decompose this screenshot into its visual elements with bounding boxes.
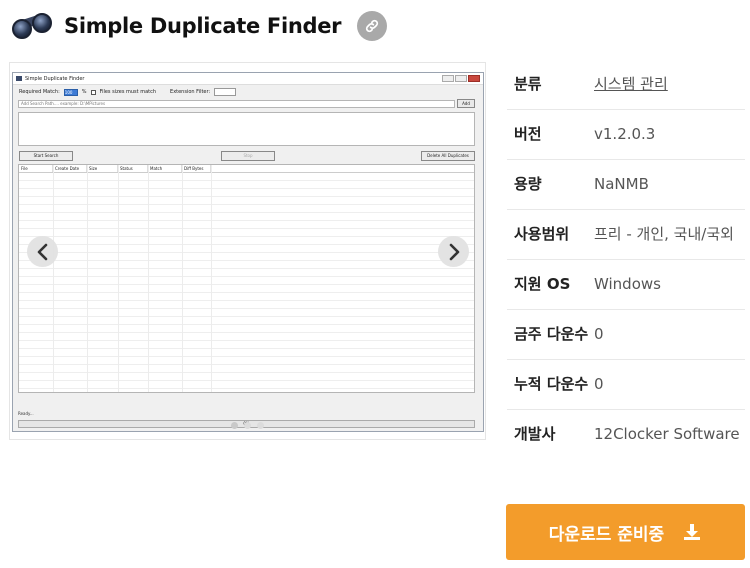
extension-filter-input	[214, 88, 237, 96]
screenshot-carousel[interactable]: Simple Duplicate Finder Required Match: …	[9, 62, 486, 440]
minimize-icon	[442, 75, 454, 82]
info-label: 금주 다운수	[514, 325, 589, 343]
extension-filter-label: Extension Filter:	[170, 89, 211, 95]
info-row-size: 용량 NaNMB	[507, 160, 745, 210]
column-header: Size	[87, 165, 118, 172]
add-path-button: Add	[457, 99, 475, 108]
info-row-developer: 개발사 12Clocker Software	[507, 410, 745, 459]
info-label: 분류	[514, 75, 542, 93]
category-link[interactable]: 시스템 관리	[594, 75, 668, 93]
carousel-prev-button[interactable]	[27, 236, 58, 267]
sizes-match-label: Files sizes must match	[99, 89, 157, 95]
screenshot-options-row: Required Match: 100 % Files sizes must m…	[13, 85, 483, 99]
close-icon	[468, 75, 480, 82]
os-value: Windows	[594, 275, 661, 293]
download-button-label: 다운로드 준비중	[548, 524, 665, 545]
info-label: 버전	[514, 125, 542, 143]
version-value: v1.2.0.3	[594, 125, 656, 143]
column-header: File	[19, 165, 53, 172]
download-icon	[682, 522, 702, 542]
developer-value: 12Clocker Software	[594, 425, 740, 443]
column-header: Diff Bytes	[182, 165, 211, 172]
chevron-left-icon	[37, 243, 47, 260]
info-label: 용량	[514, 175, 542, 193]
copy-link-button[interactable]	[357, 11, 388, 41]
start-search-button: Start Search	[19, 151, 73, 161]
column-header: Create Date	[53, 165, 87, 172]
app-info-table: 분류 시스템 관리 버전 v1.2.0.3 용량 NaNMB 사용범위 프리 -…	[507, 60, 745, 459]
column-header: Match	[148, 165, 182, 172]
stop-button: Stop	[221, 151, 275, 161]
sizes-match-checkbox	[90, 89, 96, 95]
info-label: 사용범위	[514, 225, 570, 243]
column-header: Status	[118, 165, 148, 172]
carousel-dot[interactable]	[244, 422, 251, 429]
carousel-dot[interactable]	[257, 422, 264, 429]
carousel-next-button[interactable]	[438, 236, 469, 267]
screenshot-window-titlebar: Simple Duplicate Finder	[13, 73, 483, 85]
window-app-icon	[16, 76, 22, 81]
info-row-os: 지원 OS Windows	[507, 260, 745, 310]
carousel-dot[interactable]	[231, 422, 238, 429]
total-downloads-value: 0	[594, 375, 604, 393]
carousel-dots	[10, 422, 485, 429]
screenshot-window-title: Simple Duplicate Finder	[25, 75, 85, 82]
app-header: Simple Duplicate Finder	[10, 8, 388, 44]
search-path-input: Add Search Path.... example: D:\MPicture…	[18, 100, 455, 108]
delete-all-duplicates-button: Delete All Duplicates	[421, 151, 475, 161]
required-match-value: 100	[63, 88, 78, 96]
binoculars-logo-icon	[10, 11, 54, 41]
info-row-version: 버전 v1.2.0.3	[507, 110, 745, 160]
info-row-license: 사용범위 프리 - 개인, 국내/국외	[507, 210, 745, 260]
link-icon	[366, 19, 379, 33]
info-row-total-downloads: 누적 다운수 0	[507, 360, 745, 410]
screenshot-button-row: Start Search Stop Delete All Duplicates	[13, 149, 483, 164]
percent-sign: %	[81, 89, 87, 95]
info-row-weekly-downloads: 금주 다운수 0	[507, 310, 745, 360]
search-path-list	[18, 112, 475, 146]
results-grid: File Create Date Size Status Match Diff …	[18, 164, 475, 393]
screenshot-window: Simple Duplicate Finder Required Match: …	[12, 72, 484, 432]
info-label: 지원 OS	[514, 275, 571, 293]
license-value: 프리 - 개인, 국내/국외	[594, 225, 734, 243]
window-controls	[442, 75, 480, 82]
app-screenshot: Simple Duplicate Finder Required Match: …	[12, 72, 484, 492]
info-row-category: 분류 시스템 관리	[507, 60, 745, 110]
weekly-downloads-value: 0	[594, 325, 604, 343]
required-match-label: Required Match:	[19, 89, 60, 95]
maximize-icon	[455, 75, 467, 82]
info-label: 개발사	[514, 425, 556, 443]
chevron-right-icon	[449, 243, 459, 260]
screenshot-path-row: Add Search Path.... example: D:\MPicture…	[13, 99, 483, 110]
size-value: NaNMB	[594, 175, 649, 193]
app-title: Simple Duplicate Finder	[64, 14, 342, 38]
download-button[interactable]: 다운로드 준비중	[506, 504, 745, 560]
info-label: 누적 다운수	[514, 375, 589, 393]
screenshot-status-text: Ready...	[18, 411, 34, 416]
